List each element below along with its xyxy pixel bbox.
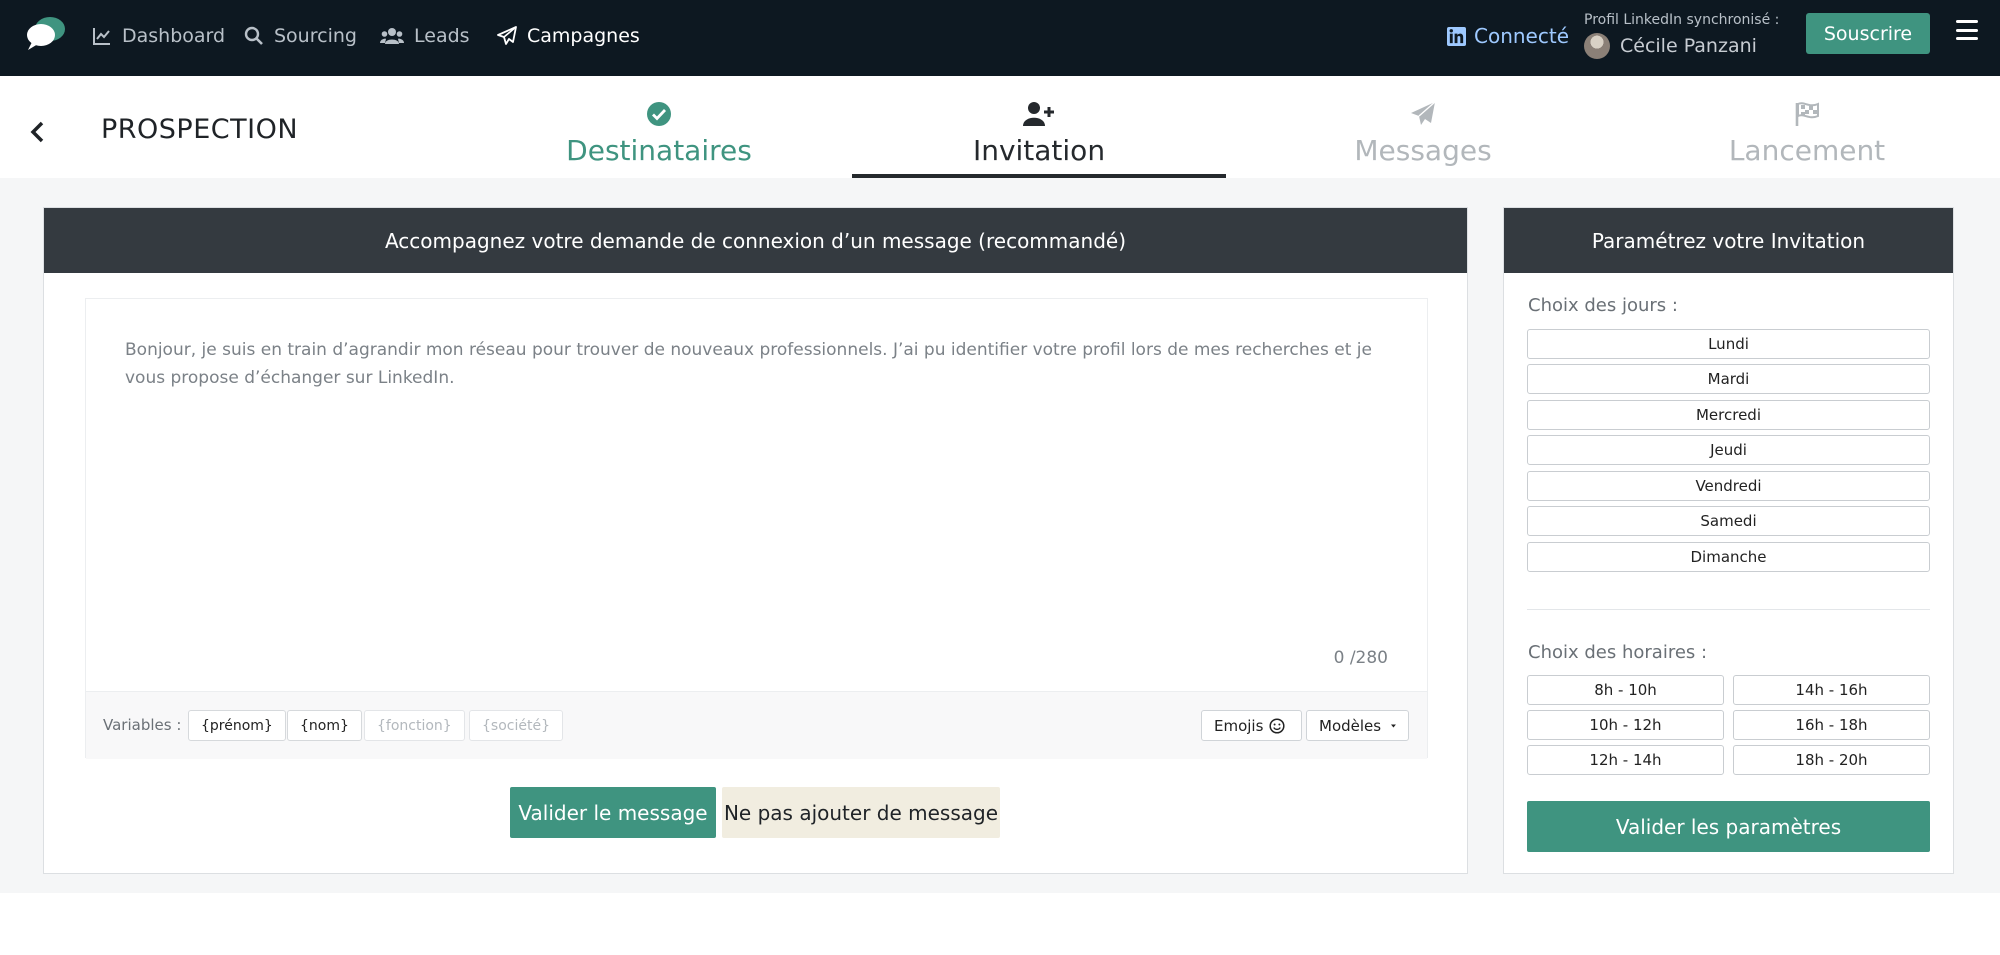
hour-18-20[interactable]: 18h - 20h [1733,745,1930,775]
logo-icon[interactable] [24,14,68,52]
sync-profile-label: Profil LinkedIn synchronisé : [1584,12,1780,28]
emojis-label: Emojis [1214,716,1264,735]
chart-line-icon [93,28,110,45]
nav-leads[interactable]: Leads [380,22,470,50]
nav-campagnes[interactable]: Campagnes [497,22,640,50]
user-plus-icon [1023,102,1054,126]
menu-icon[interactable] [1956,20,1978,40]
nav-sourcing-label: Sourcing [274,25,357,47]
day-jeudi[interactable]: Jeudi [1527,435,1930,465]
checkered-flag-icon [1795,102,1819,126]
nav-leads-label: Leads [414,25,470,47]
nav-dashboard[interactable]: Dashboard [92,22,225,50]
variable-prenom[interactable]: {prénom} [188,710,286,741]
day-mardi[interactable]: Mardi [1527,364,1930,394]
days-label: Choix des jours : [1528,295,1678,316]
content-area: Accompagnez votre demande de connexion d… [0,178,2000,893]
message-editor[interactable]: Bonjour, je suis en train d’agrandir mon… [85,298,1428,759]
char-counter: 0 /280 [1333,648,1388,668]
caret-down-icon [1391,724,1396,727]
search-icon [244,26,263,45]
models-label: Modèles [1319,716,1382,735]
message-panel: Accompagnez votre demande de connexion d… [43,207,1468,874]
day-samedi[interactable]: Samedi [1527,506,1930,536]
check-circle-icon [647,102,671,126]
step-invitation-label: Invitation [972,134,1106,167]
variable-fonction[interactable]: {fonction} [364,710,465,741]
day-vendredi[interactable]: Vendredi [1527,471,1930,501]
synced-user-name: Cécile Panzani [1620,35,1757,57]
chevron-left-icon[interactable] [26,120,50,144]
hours-label: Choix des horaires : [1528,642,1708,663]
section-divider [1527,609,1930,610]
page-title: PROSPECTION [101,114,299,145]
day-mercredi[interactable]: Mercredi [1527,400,1930,430]
nav-sourcing[interactable]: Sourcing [244,22,357,50]
step-destinataires-label: Destinataires [566,134,752,167]
connected-label: Connecté [1474,24,1569,48]
linkedin-connected-status[interactable]: Connecté [1447,22,1569,50]
nav-campagnes-label: Campagnes [527,25,640,47]
models-dropdown[interactable]: Modèles [1306,710,1409,741]
variable-nom[interactable]: {nom} [287,710,362,741]
step-lancement-label: Lancement [1728,134,1886,167]
paper-plane-icon [1411,101,1436,125]
avatar [1584,33,1610,59]
step-invitation[interactable]: Invitation [849,100,1229,167]
editor-toolbar: Variables : {prénom} {nom} {fonction} {s… [86,691,1427,759]
emojis-button[interactable]: Emojis [1201,710,1302,741]
validate-message-button[interactable]: Valider le message [510,787,716,838]
top-navbar: Dashboard Sourcing Leads Campagnes Conne… [0,0,2000,76]
settings-panel-header: Paramétrez votre Invitation [1504,208,1953,273]
step-header: PROSPECTION Destinataires Invitation Mes… [0,76,2000,178]
hour-12-14[interactable]: 12h - 14h [1527,745,1724,775]
settings-panel: Paramétrez votre Invitation Choix des jo… [1503,207,1954,874]
hour-14-16[interactable]: 14h - 16h [1733,675,1930,705]
variables-label: Variables : [103,716,182,734]
hour-8-10[interactable]: 8h - 10h [1527,675,1724,705]
step-lancement[interactable]: Lancement [1617,100,1997,167]
message-textarea[interactable]: Bonjour, je suis en train d’agrandir mon… [125,336,1388,392]
step-messages-label: Messages [1354,134,1492,167]
users-icon [380,28,404,44]
subscribe-button[interactable]: Souscrire [1806,13,1930,54]
nav-dashboard-label: Dashboard [122,25,226,47]
paper-plane-icon [497,26,517,45]
step-messages[interactable]: Messages [1233,100,1613,167]
step-destinataires[interactable]: Destinataires [469,100,849,167]
skip-message-button[interactable]: Ne pas ajouter de message [722,787,1000,838]
message-panel-header: Accompagnez votre demande de connexion d… [44,208,1467,273]
day-lundi[interactable]: Lundi [1527,329,1930,359]
variable-societe[interactable]: {société} [469,710,563,741]
synced-user[interactable]: Cécile Panzani [1584,33,1757,59]
hour-10-12[interactable]: 10h - 12h [1527,710,1724,740]
linkedin-icon [1447,26,1466,46]
day-dimanche[interactable]: Dimanche [1527,542,1930,572]
validate-settings-button[interactable]: Valider les paramètres [1527,801,1930,852]
smiley-icon [1269,717,1285,734]
hour-16-18[interactable]: 16h - 18h [1733,710,1930,740]
